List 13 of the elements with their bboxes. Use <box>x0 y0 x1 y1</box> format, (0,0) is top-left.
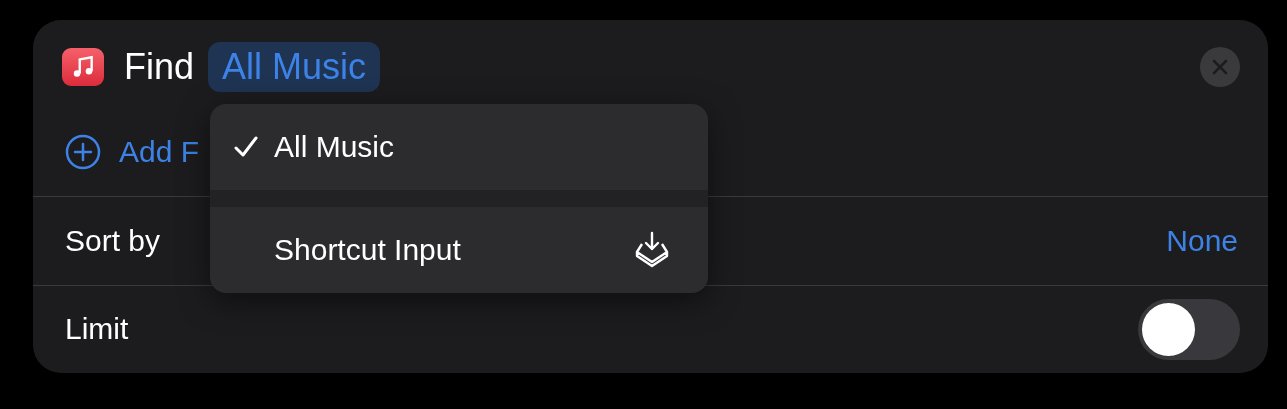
close-icon <box>1212 59 1228 76</box>
add-icon[interactable] <box>65 134 101 171</box>
menu-item[interactable]: All Music <box>210 104 708 190</box>
checkmark-icon <box>234 136 258 158</box>
row-label: Sort by <box>65 224 161 259</box>
action-verb: Find <box>124 46 195 89</box>
add-filter-link[interactable]: Add F <box>119 135 200 170</box>
music-app-icon <box>62 48 104 87</box>
layers-download-icon <box>634 230 670 270</box>
menu-item[interactable]: Shortcut Input <box>210 190 708 293</box>
row-label: Limit <box>65 312 129 347</box>
row-value[interactable]: None <box>1166 224 1238 259</box>
parameter-button[interactable]: All Music <box>208 42 381 93</box>
